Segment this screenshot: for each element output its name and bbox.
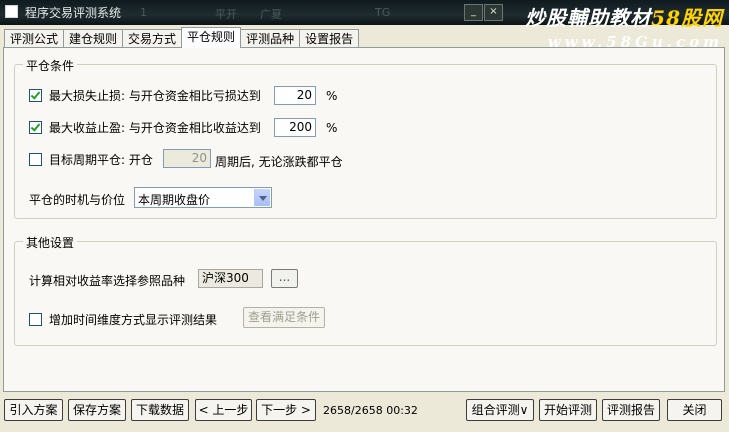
download-data-button[interactable]: 下载数据: [131, 399, 189, 421]
time-dimension-checkbox[interactable]: [29, 313, 42, 326]
stop-loss-row: 最大损失止损: 与开仓资金相比亏损达到: [29, 87, 261, 104]
view-conditions-button[interactable]: 查看满足条件: [243, 307, 326, 328]
save-plan-button[interactable]: 保存方案: [68, 399, 126, 421]
tab-formula[interactable]: 评测公式: [4, 29, 65, 48]
import-plan-button[interactable]: 引入方案: [4, 399, 63, 421]
other-settings-group: 其他设置 计算相对收益率选择参照品种 沪深300 ... 增加时间维度方式显示评…: [14, 234, 717, 346]
ghost-text: 广夏: [260, 8, 282, 21]
app-icon: [5, 5, 18, 18]
watermark-logo: 炒股輔助教材58股网 www.58Gu.com: [525, 2, 723, 51]
take-profit-label: 最大收益止盈: 与开仓资金相比收益达到: [49, 121, 261, 135]
timing-select[interactable]: 本周期收盘价: [134, 187, 272, 208]
benchmark-browse-button[interactable]: ...: [271, 269, 298, 288]
combo-eval-button[interactable]: 组合评测∨: [466, 399, 534, 421]
title-bar: 程序交易评测系统 1 平开 广夏 TG _ × 炒股輔助教材58股网 www.5…: [0, 0, 729, 51]
take-profit-checkbox[interactable]: [29, 121, 42, 134]
target-period-input[interactable]: 20: [163, 149, 211, 168]
close-button[interactable]: 关闭: [667, 399, 722, 421]
benchmark-field: 沪深300: [198, 269, 263, 288]
group-title: 其他设置: [23, 234, 78, 251]
ghost-text: 平开: [215, 8, 237, 21]
start-eval-button[interactable]: 开始评测: [539, 399, 597, 421]
tab-trade-mode[interactable]: 交易方式: [122, 29, 183, 48]
close-window-button[interactable]: ×: [484, 4, 503, 21]
tab-close-rules[interactable]: 平仓规则: [181, 27, 242, 48]
target-period-label: 目标周期平仓: 开仓: [49, 153, 153, 167]
tab-strip: 评测公式 建仓规则 交易方式 平仓规则 评测品种 设置报告: [4, 27, 360, 48]
chevron-down-icon[interactable]: [254, 189, 270, 206]
next-step-button[interactable]: 下一步 >: [256, 399, 316, 421]
target-period-row: 目标周期平仓: 开仓: [29, 151, 153, 168]
ghost-text: TG: [375, 6, 391, 19]
take-profit-row: 最大收益止盈: 与开仓资金相比收益达到: [29, 119, 261, 136]
minimize-button[interactable]: _: [464, 4, 483, 21]
timing-selected: 本周期收盘价: [138, 193, 211, 207]
ghost-text: 1: [140, 6, 147, 19]
stop-loss-input[interactable]: 20: [274, 86, 316, 105]
prev-step-button[interactable]: < 上一步: [195, 399, 252, 421]
target-period-checkbox[interactable]: [29, 153, 42, 166]
stop-loss-unit: %: [326, 89, 338, 103]
tab-instruments[interactable]: 评测品种: [240, 29, 301, 48]
tab-report-settings[interactable]: 设置报告: [299, 29, 360, 48]
watermark-title: 炒股輔助教材: [525, 6, 652, 30]
benchmark-label: 计算相对收益率选择参照品种: [29, 274, 186, 288]
stop-loss-label: 最大损失止损: 与开仓资金相比亏损达到: [49, 89, 261, 103]
time-dimension-row: 增加时间维度方式显示评测结果: [29, 311, 217, 328]
watermark-highlight: 58股网: [651, 6, 723, 30]
close-conditions-group: 平仓条件 最大损失止损: 与开仓资金相比亏损达到 20 % 最大收益止盈: 与开…: [14, 57, 717, 219]
timing-label: 平仓的时机与价位: [29, 193, 126, 207]
target-period-suffix: 周期后, 无论涨跌都平仓: [215, 155, 343, 169]
eval-report-button[interactable]: 评测报告: [602, 399, 660, 421]
tab-open-rules[interactable]: 建仓规则: [63, 29, 124, 48]
stop-loss-checkbox[interactable]: [29, 89, 42, 102]
take-profit-input[interactable]: 200: [274, 118, 316, 137]
take-profit-unit: %: [326, 121, 338, 135]
time-dimension-label: 增加时间维度方式显示评测结果: [49, 313, 218, 327]
tab-panel: 平仓条件 最大损失止损: 与开仓资金相比亏损达到 20 % 最大收益止盈: 与开…: [3, 47, 725, 392]
group-title: 平仓条件: [23, 57, 78, 74]
window-title: 程序交易评测系统: [25, 6, 122, 20]
status-text: 2658/2658 00:32: [323, 404, 418, 417]
